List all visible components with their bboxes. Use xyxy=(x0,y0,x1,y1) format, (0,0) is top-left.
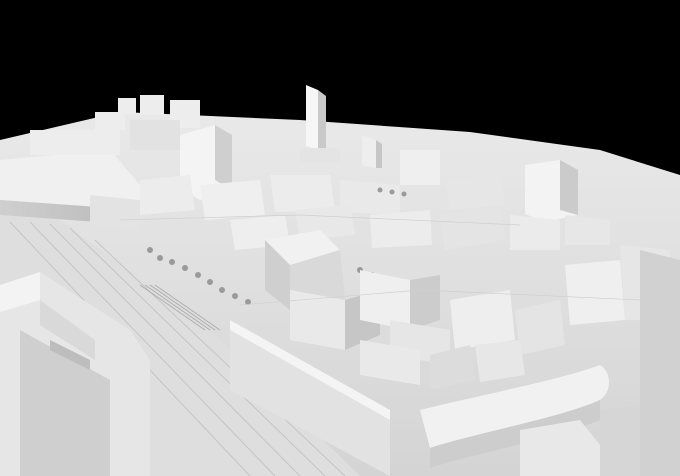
massing-model xyxy=(0,0,680,476)
right-edge xyxy=(640,250,680,476)
right-tall-block xyxy=(525,160,578,222)
model-photo xyxy=(0,0,680,476)
